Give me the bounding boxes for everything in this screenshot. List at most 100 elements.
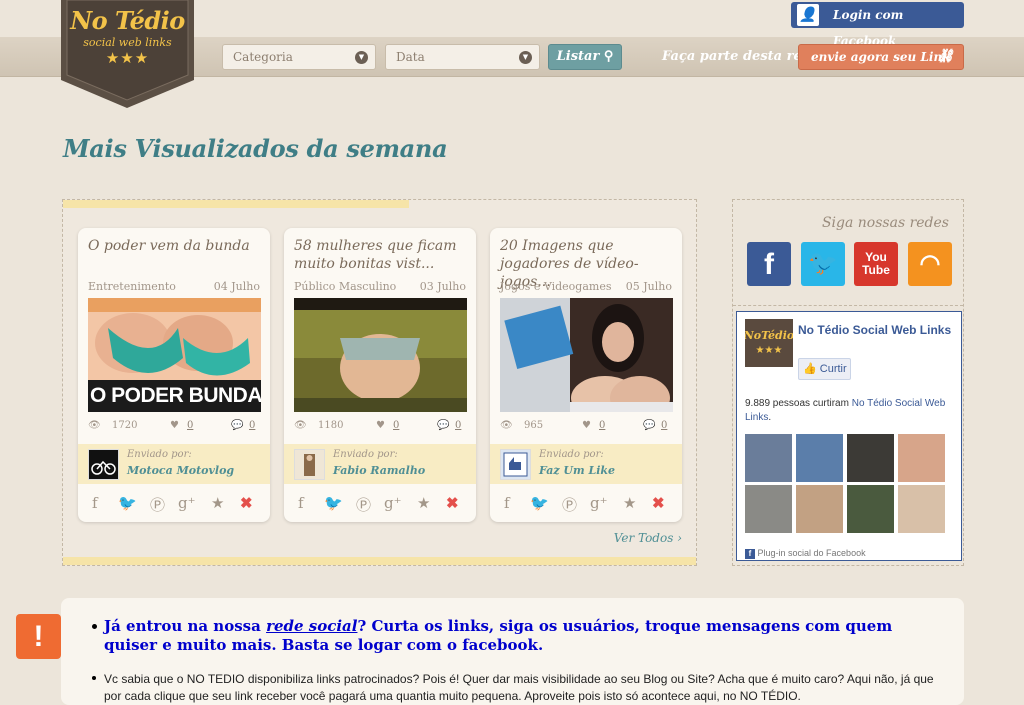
twitter-icon[interactable]: 🐦 [801,242,845,286]
list-button[interactable]: Listar ⚲ [548,44,622,70]
see-all-link[interactable]: Ver Todos › [614,531,682,545]
sender-avatar[interactable] [294,449,325,480]
googleplus-share-icon[interactable]: g⁺ [384,494,402,512]
close-icon[interactable]: ✖ [446,494,459,512]
panel-bottom-band [63,557,696,565]
twitter-share-icon[interactable]: 🐦 [118,494,137,512]
fan-avatar[interactable] [898,485,945,533]
card-category[interactable]: Entretenimento [88,280,176,293]
heart-icon[interactable]: ♥ [376,420,385,431]
fan-avatar[interactable] [745,485,792,533]
card-date: 05 Julho [625,280,672,293]
logo-stars: ★★★ [105,49,150,67]
views-count: 1720 [112,420,138,431]
person-photo-icon [304,454,315,476]
comments-count[interactable]: 0 [249,420,255,431]
thumbnail-image [294,298,467,412]
facebook-like-box: NoTédio ★★★ No Tédio Social Web Links 👍 C… [736,311,962,561]
sent-by-label: Enviado por: [127,449,192,460]
fan-avatar[interactable] [796,485,843,533]
eye-icon: 👁 [500,420,513,431]
link-card[interactable]: O poder vem da bunda Entretenimento 04 J… [78,228,270,522]
card-title[interactable]: 58 mulheres que ficam muito bonitas vist… [294,237,469,273]
page-title: Mais Visualizados da semana [63,134,448,163]
views-count: 1180 [318,420,344,431]
eye-icon: 👁 [294,420,307,431]
card-category[interactable]: Público Masculino [294,280,396,293]
facebook-share-icon[interactable]: f [504,494,510,512]
comments-icon[interactable]: 💬 [643,420,655,431]
comments-icon[interactable]: 💬 [437,420,449,431]
card-stats: 👁 965 ♥ 0 💬 0 [500,420,673,436]
card-stats: 👁 1180 ♥ 0 💬 0 [294,420,467,436]
heart-icon[interactable]: ♥ [170,420,179,431]
card-title[interactable]: O poder vem da bunda [88,237,263,255]
comments-count[interactable]: 0 [455,420,461,431]
category-select[interactable]: Categoria ▼ [222,44,376,70]
heart-icon[interactable]: ♥ [582,420,591,431]
thumbnail-image [500,298,673,412]
sender-name[interactable]: Fabio Ramalho [333,464,425,477]
rss-icon[interactable]: ◠ [908,242,952,286]
twitter-share-icon[interactable]: 🐦 [530,494,549,512]
sender-avatar[interactable] [88,449,119,480]
pinterest-share-icon[interactable]: Ⓟ [356,494,371,515]
star-icon[interactable]: ★ [623,494,636,512]
bullet-icon [92,624,97,629]
send-link-button[interactable]: envie agora seu Link ⛓ [798,44,964,70]
fb-plugin-label[interactable]: f Plug-in social do Facebook [745,548,866,559]
link-card[interactable]: 58 mulheres que ficam muito bonitas vist… [284,228,476,522]
card-category[interactable]: Jogos e Videogames [500,280,611,293]
date-select[interactable]: Data ▼ [385,44,540,70]
star-icon[interactable]: ★ [211,494,224,512]
pinterest-share-icon[interactable]: Ⓟ [150,494,165,515]
card-date: 03 Julho [419,280,466,293]
views-count: 965 [524,420,544,431]
likes-count[interactable]: 0 [599,420,605,431]
sidebar-divider [733,305,963,306]
likes-count[interactable]: 0 [187,420,193,431]
fb-count: 9.889 pessoas curtiram [745,398,849,409]
close-icon[interactable]: ✖ [240,494,253,512]
fan-avatar[interactable] [796,434,843,482]
sender-name[interactable]: Faz Um Like [539,464,615,477]
facebook-share-icon[interactable]: f [92,494,98,512]
youtube-icon[interactable]: You Tube [854,242,898,286]
page-logo-thumbnail[interactable]: NoTédio ★★★ [743,319,794,367]
card-sender: Enviado por: Faz Um Like [490,444,682,484]
card-thumbnail[interactable] [294,298,467,412]
fan-avatar[interactable] [847,434,894,482]
fb-like-label: Curtir [819,363,847,375]
site-logo[interactable]: No Tédio social web links ★★★ [61,0,194,108]
fb-like-button[interactable]: 👍 Curtir [798,358,851,380]
comments-icon[interactable]: 💬 [231,420,243,431]
link-card[interactable]: 20 Imagens que jogadores de vídeo-jogos.… [490,228,682,522]
most-viewed-panel: O poder vem da bunda Entretenimento 04 J… [62,199,697,566]
sender-avatar[interactable] [500,449,531,480]
thumbs-up-icon: 👍 [803,363,817,375]
googleplus-share-icon[interactable]: g⁺ [590,494,608,512]
fan-avatar[interactable] [745,434,792,482]
comments-count[interactable]: 0 [661,420,667,431]
googleplus-share-icon[interactable]: g⁺ [178,494,196,512]
sent-by-label: Enviado por: [539,449,604,460]
facebook-icon[interactable]: f [747,242,791,286]
facebook-login-button[interactable]: 👤 Login com Facebook [791,2,964,48]
sender-name[interactable]: Motoca Motovlog [127,464,234,477]
fan-avatar[interactable] [898,434,945,482]
card-sender: Enviado por: Motoca Motovlog [78,444,270,484]
close-icon[interactable]: ✖ [652,494,665,512]
card-thumbnail[interactable] [500,298,673,412]
fb-page-name[interactable]: No Tédio Social Web Links [798,323,958,338]
fan-avatar[interactable] [847,485,894,533]
likes-count[interactable]: 0 [393,420,399,431]
facebook-share-icon[interactable]: f [298,494,304,512]
fb-likes-text: 9.889 pessoas curtiram No Tédio Social W… [745,398,946,423]
pinterest-share-icon[interactable]: Ⓟ [562,494,577,515]
facebook-small-icon: f [745,549,755,559]
notice-headline-part1: Já entrou na nossa [104,617,261,635]
twitter-share-icon[interactable]: 🐦 [324,494,343,512]
card-thumbnail[interactable]: O PODER BUNDA [88,298,261,412]
star-icon[interactable]: ★ [417,494,430,512]
social-network-link[interactable]: rede social [266,617,357,635]
